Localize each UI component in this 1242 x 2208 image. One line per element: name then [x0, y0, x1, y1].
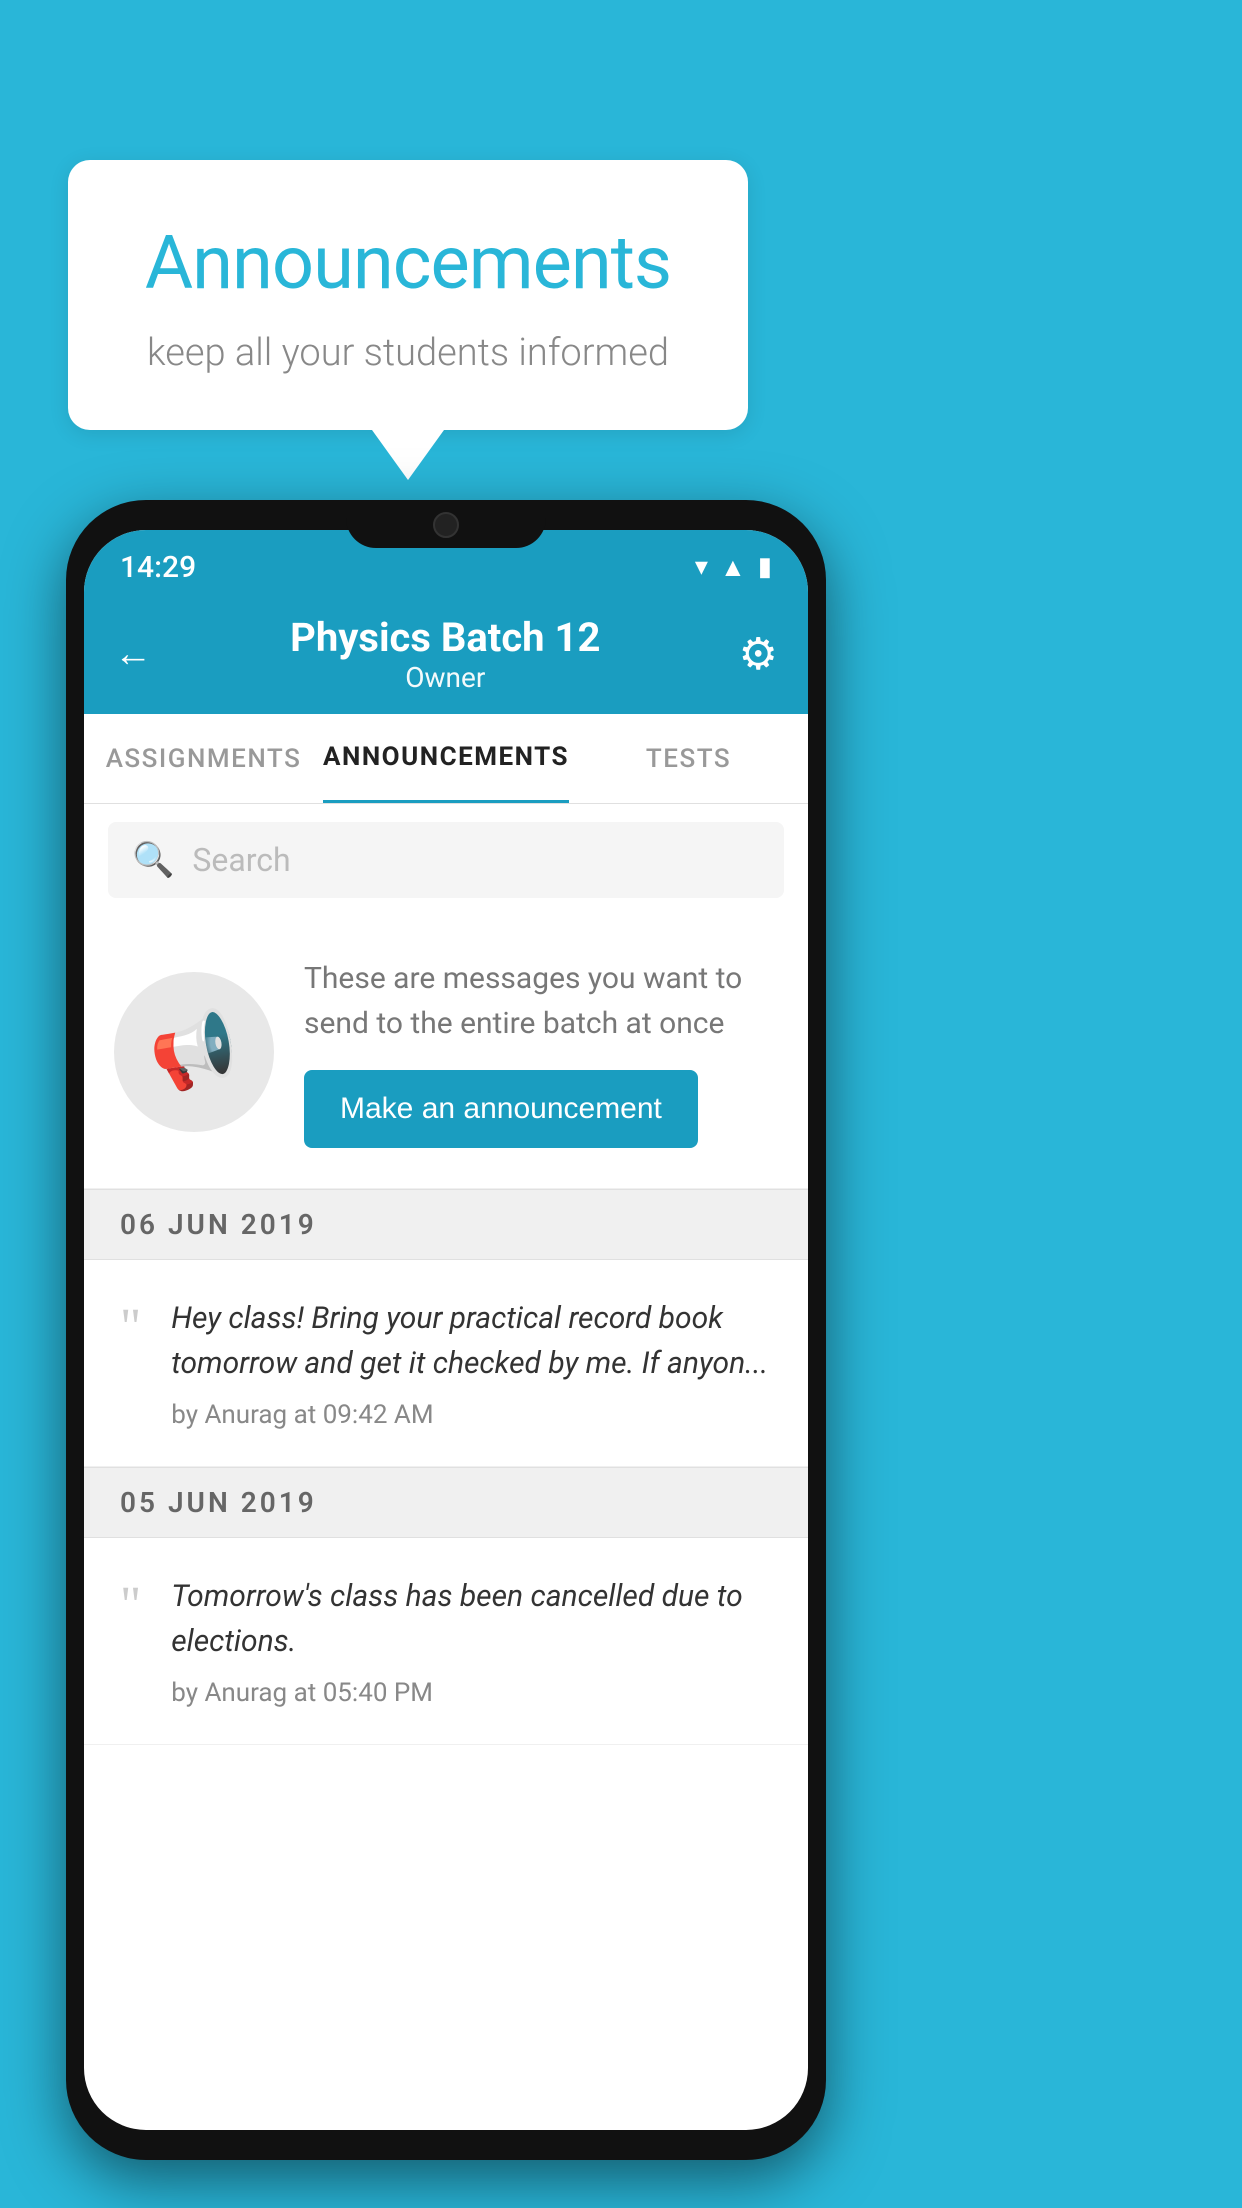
header-subtitle: Owner	[290, 661, 600, 694]
search-container: 🔍 Search	[84, 804, 808, 916]
date-separator-1: 06 JUN 2019	[84, 1189, 808, 1260]
header-title: Physics Batch 12	[290, 614, 600, 661]
promo-card: 📢 These are messages you want to send to…	[84, 916, 808, 1189]
settings-icon[interactable]: ⚙	[739, 628, 778, 680]
phone-camera	[433, 512, 459, 538]
quote-icon-2: "	[120, 1580, 141, 1632]
announcement-meta-1: by Anurag at 09:42 AM	[171, 1400, 772, 1430]
date-separator-2: 05 JUN 2019	[84, 1467, 808, 1538]
promo-icon-circle: 📢	[114, 972, 274, 1132]
tabs-bar: ASSIGNMENTS ANNOUNCEMENTS TESTS	[84, 714, 808, 804]
announcement-meta-2: by Anurag at 05:40 PM	[171, 1678, 772, 1708]
search-placeholder: Search	[192, 841, 290, 879]
bubble-tail	[372, 430, 444, 480]
tab-tests[interactable]: TESTS	[569, 716, 808, 802]
tab-announcements[interactable]: ANNOUNCEMENTS	[323, 714, 569, 803]
announcement-item-2[interactable]: " Tomorrow's class has been cancelled du…	[84, 1538, 808, 1745]
back-button[interactable]: ←	[114, 632, 152, 676]
signal-icon: ▲	[720, 552, 746, 583]
phone-screen: 14:29 ▾ ▲ ▮ ← Physics Batch 12 Owner ⚙ A…	[84, 530, 808, 2130]
wifi-icon: ▾	[695, 552, 708, 582]
promo-right: These are messages you want to send to t…	[304, 956, 778, 1148]
tab-assignments[interactable]: ASSIGNMENTS	[84, 716, 323, 802]
announcement-item-1[interactable]: " Hey class! Bring your practical record…	[84, 1260, 808, 1467]
make-announcement-button[interactable]: Make an announcement	[304, 1070, 698, 1148]
status-time: 14:29	[120, 550, 196, 585]
search-bar[interactable]: 🔍 Search	[108, 822, 784, 898]
announcement-content-1: Hey class! Bring your practical record b…	[171, 1296, 772, 1430]
announcement-text-2: Tomorrow's class has been cancelled due …	[171, 1574, 772, 1664]
quote-icon-1: "	[120, 1302, 141, 1354]
header-center: Physics Batch 12 Owner	[290, 614, 600, 694]
bubble-subtitle: keep all your students informed	[118, 331, 698, 375]
search-icon: 🔍	[132, 840, 174, 880]
bubble-title: Announcements	[118, 220, 698, 307]
phone-frame: 14:29 ▾ ▲ ▮ ← Physics Batch 12 Owner ⚙ A…	[66, 500, 826, 2160]
battery-icon: ▮	[758, 552, 772, 582]
promo-description: These are messages you want to send to t…	[304, 956, 778, 1046]
app-header: ← Physics Batch 12 Owner ⚙	[84, 594, 808, 714]
speech-bubble-container: Announcements keep all your students inf…	[68, 160, 748, 480]
announcement-text-1: Hey class! Bring your practical record b…	[171, 1296, 772, 1386]
speech-bubble: Announcements keep all your students inf…	[68, 160, 748, 430]
status-icons: ▾ ▲ ▮	[695, 552, 772, 583]
megaphone-icon: 📢	[144, 1004, 244, 1100]
announcement-content-2: Tomorrow's class has been cancelled due …	[171, 1574, 772, 1708]
